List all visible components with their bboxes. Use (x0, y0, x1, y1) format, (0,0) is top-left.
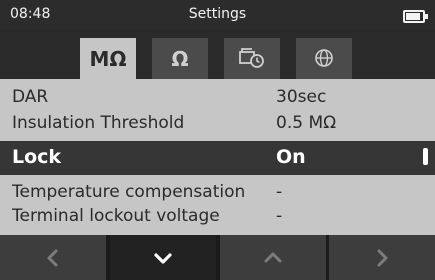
chevron-down-icon (154, 253, 172, 264)
setting-label: Insulation Threshold (12, 113, 185, 133)
tab-language[interactable] (296, 38, 352, 79)
battery-level (406, 13, 420, 20)
chevron-left-icon (47, 249, 58, 267)
next-button[interactable] (329, 235, 435, 280)
tab-ohm[interactable]: Ω (152, 38, 208, 79)
scroll-indicator (423, 148, 428, 165)
setting-value: - (276, 206, 283, 226)
tab-megaohm-label: MΩ (89, 47, 127, 71)
battery-icon (403, 10, 428, 23)
setting-value: On (276, 146, 306, 168)
scroll-up-button[interactable] (220, 235, 326, 280)
tab-bar: MΩ Ω (0, 30, 435, 81)
clock-timer-icon (239, 48, 264, 68)
tab-ohm-label: Ω (171, 47, 189, 71)
scroll-down-button[interactable] (110, 235, 216, 280)
device-screen: 08:48 Settings MΩ Ω DAR 30sec Insulation… (0, 0, 435, 280)
setting-label: Terminal lockout voltage (12, 206, 220, 226)
globe-icon (315, 49, 333, 67)
screen-title: Settings (188, 6, 247, 22)
setting-row-lock[interactable]: Lock On (0, 141, 435, 175)
tab-megaohm[interactable]: MΩ (80, 38, 136, 81)
navigation-bar (0, 235, 435, 280)
setting-label: DAR (12, 87, 49, 107)
previous-button[interactable] (0, 235, 106, 280)
tab-timer[interactable] (224, 38, 280, 79)
status-bar: 08:48 Settings (0, 0, 435, 30)
setting-label: Lock (12, 146, 62, 168)
setting-value: 0.5 MΩ (276, 113, 337, 133)
chevron-right-icon (377, 249, 388, 267)
chevron-up-icon (264, 252, 282, 263)
setting-value: - (276, 182, 283, 202)
setting-label: Temperature compensation (12, 182, 246, 202)
setting-value: 30sec (276, 87, 327, 107)
